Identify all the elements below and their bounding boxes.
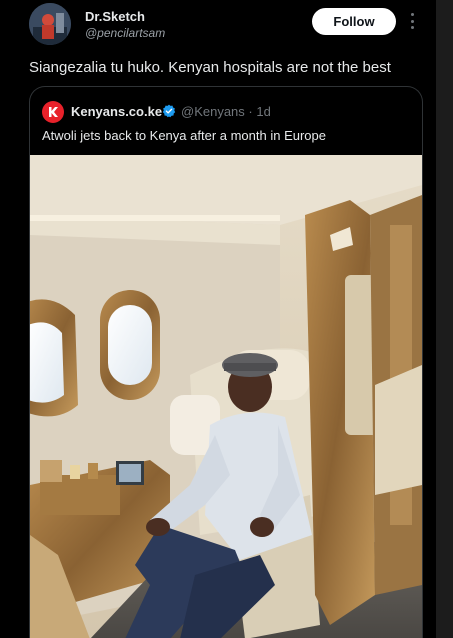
verified-badge-icon — [162, 104, 176, 118]
author-display-name[interactable]: Dr.Sketch — [85, 9, 145, 24]
tweet-screen: Dr.Sketch @pencilartsam Follow Siangezal… — [0, 0, 453, 638]
author-handle[interactable]: @pencilartsam — [85, 26, 165, 40]
cabin-photo-illustration — [30, 155, 422, 638]
quoted-photo[interactable] — [30, 155, 422, 638]
quoted-display-name[interactable]: Kenyans.co.ke — [71, 104, 162, 119]
right-scroll-rail — [436, 0, 453, 638]
quoted-handle-and-time[interactable]: @Kenyans · 1d — [181, 104, 271, 119]
more-options-icon[interactable] — [406, 10, 418, 32]
author-avatar[interactable] — [29, 3, 71, 45]
quoted-text: Atwoli jets back to Kenya after a month … — [42, 128, 326, 143]
quoted-tweet-card[interactable]: Kenyans.co.ke @Kenyans · 1d Atwoli jets … — [29, 86, 423, 638]
kenyans-logo-icon — [42, 101, 64, 123]
follow-button[interactable]: Follow — [312, 8, 396, 35]
post-text: Siangezalia tu huko. Kenyan hospitals ar… — [29, 59, 391, 76]
